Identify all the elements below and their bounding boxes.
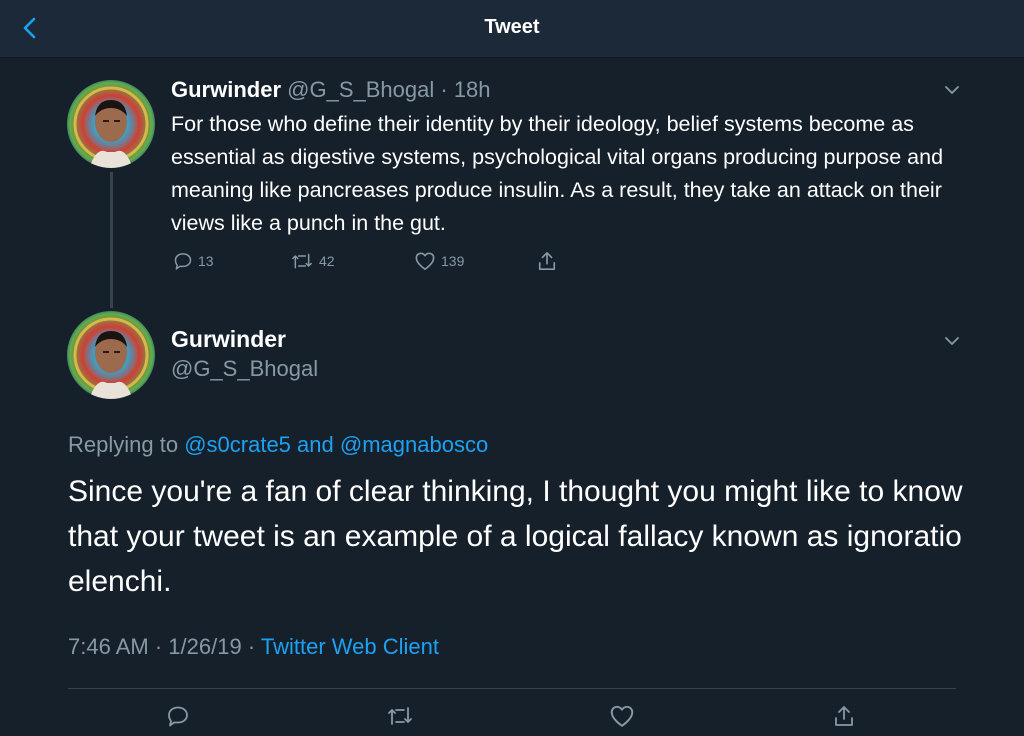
tweet-date: 1/26/19 bbox=[168, 634, 242, 659]
like-button[interactable] bbox=[606, 700, 638, 732]
parent-tweet-header: Gurwinder @G_S_Bhogal · 18h bbox=[171, 77, 491, 103]
parent-retweet-button[interactable]: 42 bbox=[290, 251, 335, 271]
replying-to-line: Replying to @s0crate5 and @magnabosco bbox=[68, 432, 488, 458]
replying-to-label: Replying to bbox=[68, 432, 179, 457]
reply-and-text: and bbox=[297, 432, 334, 457]
parent-retweet-count: 42 bbox=[319, 253, 335, 269]
meta-separator: · bbox=[247, 634, 256, 659]
main-author-name[interactable]: Gurwinder bbox=[171, 326, 286, 353]
main-tweet-text: Since you're a fan of clear thinking, I … bbox=[68, 475, 963, 598]
avatar[interactable] bbox=[67, 311, 155, 399]
avatar-image bbox=[67, 311, 155, 399]
like-icon bbox=[415, 252, 435, 270]
chevron-down-icon bbox=[945, 86, 959, 94]
retweet-icon bbox=[388, 707, 412, 725]
avatar[interactable] bbox=[67, 80, 155, 168]
share-icon bbox=[835, 706, 853, 726]
share-icon bbox=[538, 252, 556, 270]
retweet-button[interactable] bbox=[384, 700, 416, 732]
main-tweet-menu-button[interactable] bbox=[939, 328, 965, 354]
reply-icon bbox=[168, 706, 188, 727]
parent-share-button[interactable] bbox=[537, 250, 557, 272]
top-bar: Tweet bbox=[0, 0, 1024, 58]
parent-time-separator: · bbox=[440, 77, 448, 102]
share-button[interactable] bbox=[828, 700, 860, 732]
parent-author-name[interactable]: Gurwinder bbox=[171, 77, 281, 102]
parent-tweet-time[interactable]: 18h bbox=[454, 77, 491, 102]
parent-tweet-menu-button[interactable] bbox=[939, 77, 965, 103]
parent-reply-count: 13 bbox=[198, 253, 214, 269]
reply-mention-link[interactable]: @magnabosco bbox=[340, 432, 488, 457]
page-title: Tweet bbox=[484, 16, 540, 38]
parent-author-handle[interactable]: @G_S_Bhogal bbox=[287, 77, 434, 102]
parent-like-count: 139 bbox=[441, 253, 465, 269]
like-icon bbox=[610, 705, 634, 727]
reply-icon bbox=[174, 253, 192, 270]
parent-like-button[interactable]: 139 bbox=[414, 251, 464, 271]
tweet-time: 7:46 AM bbox=[68, 634, 149, 659]
chevron-down-icon bbox=[945, 337, 959, 345]
retweet-icon bbox=[292, 253, 312, 269]
divider bbox=[68, 688, 956, 689]
reply-mention-link[interactable]: @s0crate5 bbox=[184, 432, 291, 457]
parent-tweet-text: For those who define their identity by t… bbox=[171, 112, 944, 235]
avatar-image bbox=[67, 80, 155, 168]
main-author-handle[interactable]: @G_S_Bhogal bbox=[171, 356, 318, 382]
meta-separator: · bbox=[154, 634, 163, 659]
tweet-meta: 7:46 AM · 1/26/19 · Twitter Web Client bbox=[68, 634, 439, 660]
tweet-source-link[interactable]: Twitter Web Client bbox=[261, 634, 439, 659]
reply-button[interactable] bbox=[162, 700, 194, 732]
thread-line bbox=[110, 172, 113, 308]
parent-reply-button[interactable]: 13 bbox=[173, 251, 214, 271]
